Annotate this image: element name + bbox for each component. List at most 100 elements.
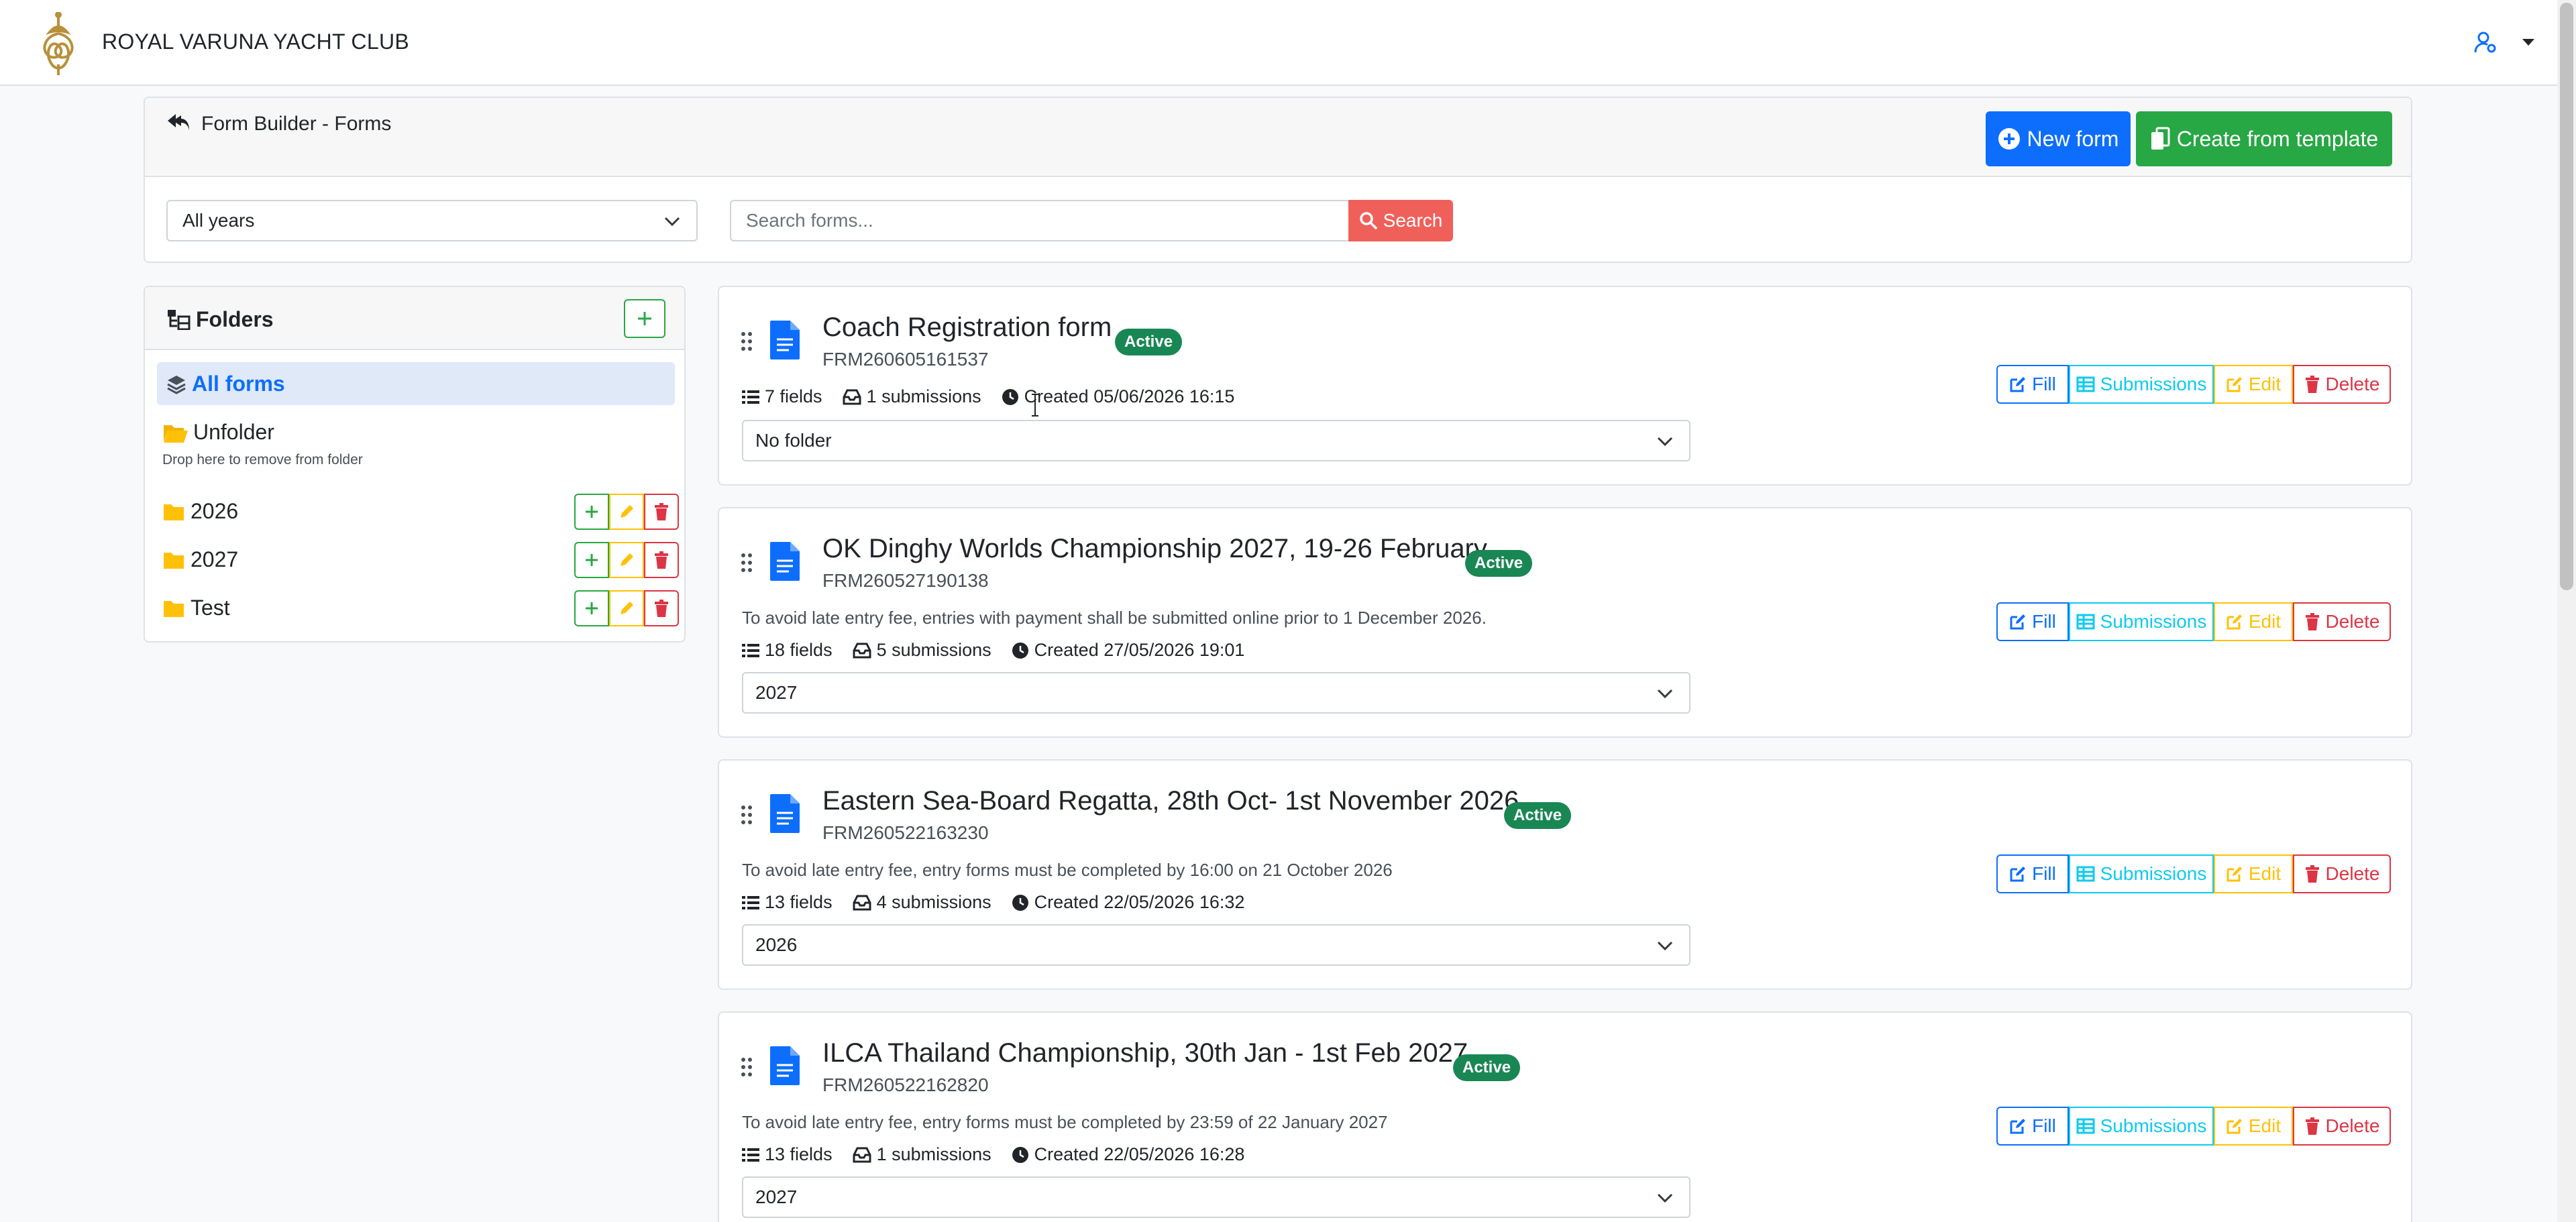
form-folder-value: 2027 bbox=[755, 682, 798, 703]
pencil-icon bbox=[621, 505, 633, 518]
search-forms-input[interactable]: Search forms... bbox=[730, 200, 1350, 241]
text-cursor-icon bbox=[1032, 394, 1038, 416]
table-icon bbox=[2076, 376, 2095, 392]
form-card[interactable]: Eastern Sea-Board Regatta, 28th Oct- 1st… bbox=[718, 759, 2412, 990]
folder-edit-button[interactable] bbox=[609, 590, 644, 626]
plus-icon bbox=[638, 312, 651, 325]
copy-icon bbox=[2151, 127, 2170, 150]
delete-button[interactable]: Delete bbox=[2293, 602, 2391, 641]
plus-icon bbox=[586, 602, 598, 614]
edit-button[interactable]: Edit bbox=[2214, 854, 2293, 893]
submissions-count: 4 submissions bbox=[876, 892, 991, 912]
scrollbar-thumb[interactable] bbox=[2560, 3, 2573, 590]
folder-edit-button[interactable] bbox=[609, 542, 644, 578]
folder-add-button[interactable] bbox=[574, 590, 609, 626]
edit-icon bbox=[2226, 867, 2242, 882]
folder-add-button[interactable] bbox=[574, 542, 609, 578]
year-filter-select[interactable]: All years bbox=[166, 200, 698, 241]
folder-add-button[interactable] bbox=[574, 494, 609, 530]
edit-button[interactable]: Edit bbox=[2214, 365, 2293, 404]
fill-label: Fill bbox=[2032, 863, 2056, 884]
fields-count: 13 fields bbox=[765, 892, 833, 912]
folder-name: 2026 bbox=[191, 499, 239, 523]
edit-button[interactable]: Edit bbox=[2214, 602, 2293, 641]
chevron-down-icon bbox=[664, 217, 680, 227]
folder-item-2027[interactable]: 2027 bbox=[162, 542, 679, 579]
grip-vertical-icon[interactable] bbox=[741, 553, 753, 573]
chevron-down-icon bbox=[1657, 689, 1673, 699]
fields-count: 13 fields bbox=[765, 1144, 833, 1164]
delete-button[interactable]: Delete bbox=[2293, 1107, 2391, 1146]
form-code: FRM260605161537 bbox=[822, 349, 989, 370]
folder-delete-button[interactable] bbox=[644, 494, 679, 530]
inbox-icon bbox=[853, 643, 871, 658]
edit-label: Edit bbox=[2248, 374, 2282, 394]
form-folder-value: 2027 bbox=[755, 1186, 798, 1207]
folder-unfolder[interactable]: Unfolder bbox=[193, 420, 274, 445]
edit-button[interactable]: Edit bbox=[2214, 1107, 2293, 1146]
form-folder-value: No folder bbox=[755, 430, 832, 451]
form-code: FRM260522163230 bbox=[822, 822, 989, 843]
folders-panel: Folders All forms Unfolder Drop here to … bbox=[144, 286, 686, 643]
submissions-button[interactable]: Submissions bbox=[2069, 854, 2214, 893]
folder-delete-button[interactable] bbox=[644, 590, 679, 626]
edit-icon bbox=[2010, 1119, 2026, 1134]
submissions-button[interactable]: Submissions bbox=[2069, 602, 2214, 641]
fill-button[interactable]: Fill bbox=[1996, 1107, 2069, 1146]
inbox-icon bbox=[853, 895, 871, 910]
form-card[interactable]: ILCA Thailand Championship, 30th Jan - 1… bbox=[718, 1011, 2412, 1222]
new-form-label: New form bbox=[2027, 126, 2119, 151]
submissions-button[interactable]: Submissions bbox=[2069, 1107, 2214, 1146]
edit-label: Edit bbox=[2248, 611, 2282, 632]
plus-circle-icon bbox=[1998, 128, 2020, 150]
form-meta: 13 fields 4 submissions Created 22/05/20… bbox=[742, 892, 1265, 913]
club-brand-name[interactable]: ROYAL VARUNA YACHT CLUB bbox=[102, 30, 409, 54]
folder-item-test[interactable]: Test bbox=[162, 590, 679, 628]
all-forms-label: All forms bbox=[192, 372, 285, 396]
list-icon bbox=[742, 643, 759, 657]
chevron-down-icon[interactable] bbox=[2521, 38, 2536, 47]
submissions-count: 1 submissions bbox=[876, 1144, 991, 1164]
edit-icon bbox=[2010, 614, 2026, 630]
club-crest-logo[interactable] bbox=[35, 12, 82, 76]
form-actions: Fill Submissions Edit Delete bbox=[1996, 365, 2391, 404]
form-folder-select[interactable]: No folder bbox=[742, 420, 1690, 461]
add-folder-button[interactable] bbox=[624, 299, 665, 338]
folder-delete-button[interactable] bbox=[644, 542, 679, 578]
delete-label: Delete bbox=[2325, 863, 2380, 884]
folder-all-forms[interactable]: All forms bbox=[157, 362, 675, 405]
folder-name: Test bbox=[191, 596, 230, 620]
grip-vertical-icon[interactable] bbox=[741, 1057, 753, 1077]
inbox-icon bbox=[853, 1147, 871, 1162]
grip-vertical-icon[interactable] bbox=[741, 805, 753, 825]
folders-panel-header: Folders bbox=[145, 287, 684, 350]
form-folder-select[interactable]: 2027 bbox=[742, 672, 1690, 714]
grip-vertical-icon[interactable] bbox=[741, 331, 753, 351]
new-form-button[interactable]: New form bbox=[1986, 111, 2131, 166]
reply-all-icon[interactable] bbox=[166, 113, 191, 133]
list-icon bbox=[742, 1148, 759, 1162]
delete-button[interactable]: Delete bbox=[2293, 365, 2391, 404]
user-cog-icon[interactable] bbox=[2474, 31, 2497, 54]
delete-button[interactable]: Delete bbox=[2293, 854, 2391, 893]
unfolder-drop-hint: Drop here to remove from folder bbox=[162, 452, 363, 467]
submissions-button[interactable]: Submissions bbox=[2069, 365, 2214, 404]
folder-edit-button[interactable] bbox=[609, 494, 644, 530]
form-folder-select[interactable]: 2027 bbox=[742, 1176, 1690, 1218]
fields-count: 18 fields bbox=[765, 640, 833, 660]
form-folder-select[interactable]: 2026 bbox=[742, 924, 1690, 966]
form-meta: 18 fields 5 submissions Created 27/05/20… bbox=[742, 640, 1265, 661]
search-button[interactable]: Search bbox=[1348, 200, 1453, 241]
folder-item-2026[interactable]: 2026 bbox=[162, 494, 679, 531]
trash-icon bbox=[655, 503, 668, 520]
form-card[interactable]: Coach Registration form Active FRM260605… bbox=[718, 286, 2412, 486]
submissions-label: Submissions bbox=[2100, 611, 2207, 632]
create-from-template-button[interactable]: Create from template bbox=[2136, 111, 2392, 166]
status-badge: Active bbox=[1115, 329, 1183, 355]
document-icon bbox=[770, 1046, 800, 1085]
fill-button[interactable]: Fill bbox=[1996, 365, 2069, 404]
fill-button[interactable]: Fill bbox=[1996, 854, 2069, 893]
form-card[interactable]: OK Dinghy Worlds Championship 2027, 19-2… bbox=[718, 507, 2412, 738]
fill-button[interactable]: Fill bbox=[1996, 602, 2069, 641]
delete-label: Delete bbox=[2325, 611, 2380, 632]
